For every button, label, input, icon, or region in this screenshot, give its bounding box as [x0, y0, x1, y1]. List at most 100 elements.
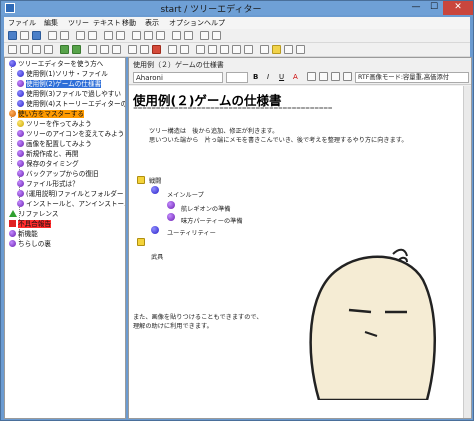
jump-icon[interactable]	[196, 45, 205, 54]
menu-edit[interactable]: 編集	[44, 17, 58, 29]
brush-icon[interactable]	[272, 45, 281, 54]
replace-icon[interactable]	[156, 31, 165, 40]
split-icon[interactable]	[212, 31, 221, 40]
app-window: start / ツリーエディター — ☐ ✕ ファイル 編集 ツリー テキスト …	[0, 0, 474, 421]
align-center-icon[interactable]	[319, 72, 328, 81]
bold-button[interactable]: B	[253, 72, 258, 83]
expand-icon[interactable]	[112, 45, 121, 54]
text-color-button[interactable]: A	[293, 72, 298, 83]
tree-paste-icon[interactable]	[140, 45, 149, 54]
italic-button[interactable]: I	[267, 72, 269, 83]
window-icon[interactable]	[200, 31, 209, 40]
tree-item[interactable]: ツリーを作ってみよう	[17, 119, 92, 129]
table-icon[interactable]	[232, 45, 241, 54]
tree-item[interactable]: ちらしの裏	[9, 239, 51, 249]
add-node-icon[interactable]	[60, 45, 69, 54]
vertical-scrollbar[interactable]	[463, 86, 471, 418]
sort-icon[interactable]	[88, 45, 97, 54]
move-up-icon[interactable]	[32, 45, 41, 54]
editor-pane: 使用例（２）ゲームの仕様書 Aharoni B I U A RTF画像モード:容…	[128, 57, 472, 419]
prev-icon[interactable]	[168, 45, 177, 54]
save-icon[interactable]	[32, 31, 41, 40]
blue-ball-icon	[17, 90, 24, 97]
menu-file[interactable]: ファイル	[8, 17, 36, 29]
title-bar[interactable]: start / ツリーエディター — ☐ ✕	[1, 1, 473, 15]
blue-ball-icon	[17, 70, 24, 77]
tree-item[interactable]: ファイル形式は？	[17, 179, 79, 189]
tree-item[interactable]: バックアップからの復旧	[17, 169, 99, 179]
find-icon[interactable]	[144, 31, 153, 40]
minimize-button[interactable]: —	[407, 1, 425, 15]
document-editor[interactable]: 使用例(２)ゲームの仕様書 ==========================…	[129, 86, 463, 418]
outline-item: ユーティリティー	[167, 230, 216, 237]
undo-icon[interactable]	[104, 31, 113, 40]
tree-item[interactable]: インストールと、アンインストール	[17, 199, 125, 209]
delete-icon[interactable]	[152, 45, 161, 54]
move-down-icon[interactable]	[44, 45, 53, 54]
close-button[interactable]: ✕	[443, 1, 473, 15]
menu-options[interactable]: オプション	[169, 17, 204, 29]
underline-button[interactable]: U	[279, 72, 284, 83]
image-icon[interactable]	[244, 45, 253, 54]
tree-pane[interactable]: ツリーエディターを使う方へ 使用例(1)ソリサ・ファイル 使用例(2)ゲームの仕…	[4, 57, 126, 419]
purple-ball-icon	[17, 80, 24, 87]
preview-icon[interactable]	[60, 31, 69, 40]
tree-item[interactable]: リファレンス	[9, 209, 58, 219]
tree-item[interactable]: 新機能	[9, 229, 38, 239]
outline-item: 味方パーティーの準備	[181, 218, 243, 225]
bookmark-icon[interactable]	[172, 31, 181, 40]
menu-text[interactable]: テキスト	[93, 17, 121, 29]
indent-left-icon[interactable]	[8, 45, 17, 54]
menu-view[interactable]: 表示	[145, 17, 159, 29]
purple-ball-icon	[17, 200, 24, 207]
fullscreen-icon[interactable]	[296, 45, 305, 54]
link-icon[interactable]	[208, 45, 217, 54]
align-right-icon[interactable]	[331, 72, 340, 81]
open-icon[interactable]	[20, 31, 29, 40]
maximize-button[interactable]: ☐	[425, 1, 443, 15]
paste-icon[interactable]	[132, 31, 141, 40]
blue-ball-icon	[151, 186, 159, 194]
collapse-icon[interactable]	[100, 45, 109, 54]
print-icon[interactable]	[48, 31, 57, 40]
tree-item[interactable]: 使用例(3)ファイルで過しやすい	[17, 89, 121, 99]
tree-item[interactable]: ツリーエディターを使う方へ	[9, 59, 103, 69]
add-child-icon[interactable]	[72, 45, 81, 54]
yellow-ball-icon	[17, 120, 24, 127]
bullet-list-icon[interactable]	[343, 72, 352, 81]
settings-icon[interactable]	[260, 45, 269, 54]
outline-item: 戦闘	[149, 178, 162, 185]
doc-paragraph: 理解の助けに利用できます。	[133, 323, 213, 330]
tree-item[interactable]: (運用説明)ファイルとフォルダー	[17, 189, 123, 199]
new-icon[interactable]	[8, 31, 17, 40]
tree-item[interactable]: 使い方をマスターする	[9, 109, 84, 119]
menu-tree[interactable]: ツリー	[68, 17, 89, 29]
image-mode-select[interactable]: RTF画像モード:容量重,高価添付	[355, 72, 469, 83]
menu-move[interactable]: 移動	[122, 17, 136, 29]
list-icon[interactable]	[184, 31, 193, 40]
tree-item[interactable]: 使用例(4)ストーリーエディターの例	[17, 99, 125, 109]
menu-help[interactable]: ヘルプ	[204, 17, 225, 29]
menu-bar: ファイル 編集 ツリー テキスト 移動 表示 オプション ヘルプ	[4, 17, 470, 29]
font-size-select[interactable]	[226, 72, 248, 83]
indent-right-icon[interactable]	[20, 45, 29, 54]
tree-item-selected[interactable]: 使用例(2)ゲームの仕様書	[17, 79, 102, 89]
tree-toolbar	[4, 43, 470, 57]
font-select[interactable]: Aharoni	[133, 72, 223, 83]
tree-item[interactable]: 画像を配置してみよう	[17, 139, 92, 149]
cut-icon[interactable]	[76, 31, 85, 40]
sidebar-toggle-icon[interactable]	[284, 45, 293, 54]
next-icon[interactable]	[180, 45, 189, 54]
copy-icon[interactable]	[88, 31, 97, 40]
tree-item[interactable]: ツリーのアイコンを変えてみよう	[17, 129, 124, 139]
purple-ball-icon	[167, 213, 175, 221]
align-left-icon[interactable]	[307, 72, 316, 81]
tree-item[interactable]: 新規作成と、再開	[17, 149, 79, 159]
redo-icon[interactable]	[116, 31, 125, 40]
tree-item[interactable]: 不具合報告	[9, 219, 51, 229]
tree-item[interactable]: 保存のタイミング	[17, 159, 79, 169]
face-drawing-image[interactable]	[267, 232, 455, 400]
tree-copy-icon[interactable]	[128, 45, 137, 54]
tree-item[interactable]: 使用例(1)ソリサ・ファイル	[17, 69, 108, 79]
grid-icon[interactable]	[220, 45, 229, 54]
